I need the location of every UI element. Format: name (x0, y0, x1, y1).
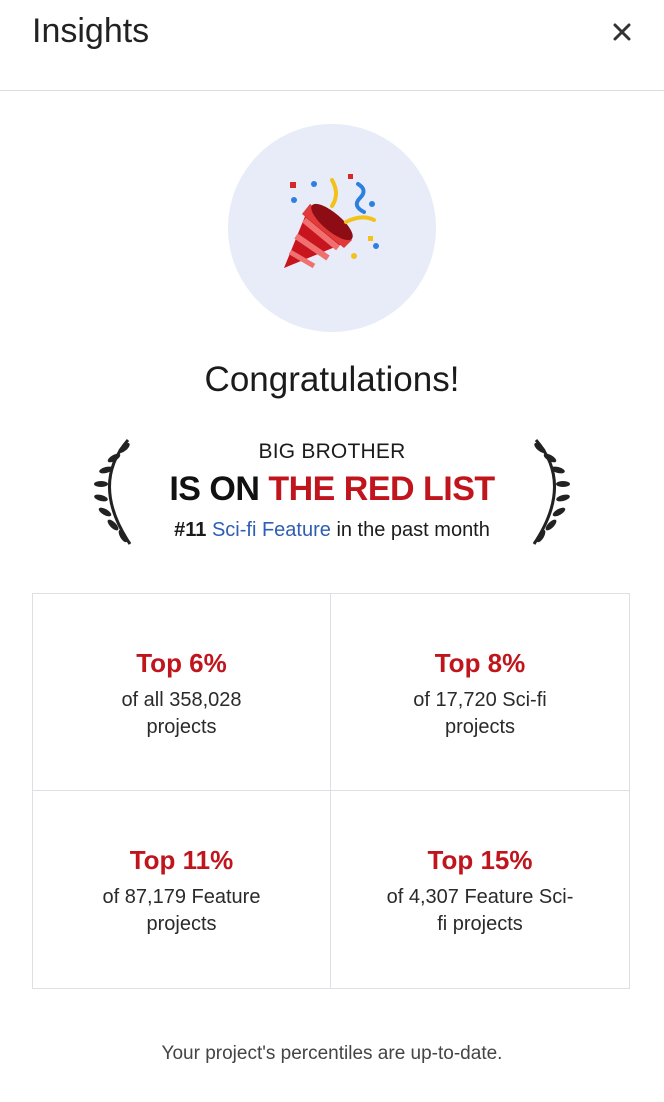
stat-percent: Top 11% (129, 845, 234, 875)
stat-description: of all 358,028 projects (121, 689, 242, 738)
stat-card: Top 6% of all 358,028 projects (33, 594, 331, 791)
percentiles-status-note: Your project's percentiles are up-to-dat… (161, 1043, 503, 1064)
celebration-badge (228, 124, 436, 332)
stat-card: Top 8% of 17,720 Sci-fi projects (331, 594, 629, 791)
rank-period: in the past month (336, 519, 490, 541)
rank-number: #11 (174, 519, 207, 541)
rank-line: #11 Sci-fi Feature in the past month (0, 519, 664, 542)
stat-percent: Top 15% (427, 845, 533, 875)
close-icon (613, 23, 631, 41)
rank-category-link[interactable]: Sci-fi Feature (212, 519, 331, 541)
stat-description: of 87,179 Feature projects (102, 886, 261, 935)
stat-description: of 17,720 Sci-fi projects (413, 689, 547, 738)
stat-percent: Top 8% (434, 648, 526, 678)
red-list-status: IS ON THE RED LIST (0, 470, 664, 509)
dialog-header: Insights (0, 0, 664, 91)
status-highlight: THE RED LIST (268, 470, 495, 508)
stat-card: Top 11% of 87,179 Feature projects (33, 791, 331, 988)
congratulations-heading: Congratulations! (204, 360, 460, 399)
percentile-grid: Top 6% of all 358,028 projects Top 8% of… (32, 593, 630, 989)
stat-description: of 4,307 Feature Sci-fi projects (386, 886, 574, 935)
dialog-title: Insights (32, 12, 150, 50)
status-prefix: IS ON (169, 470, 260, 508)
close-button[interactable] (606, 16, 638, 48)
stat-percent: Top 6% (136, 648, 227, 678)
project-name: BIG BROTHER (258, 440, 406, 463)
party-popper-icon (284, 174, 379, 269)
stat-card: Top 15% of 4,307 Feature Sci-fi projects (331, 791, 629, 988)
